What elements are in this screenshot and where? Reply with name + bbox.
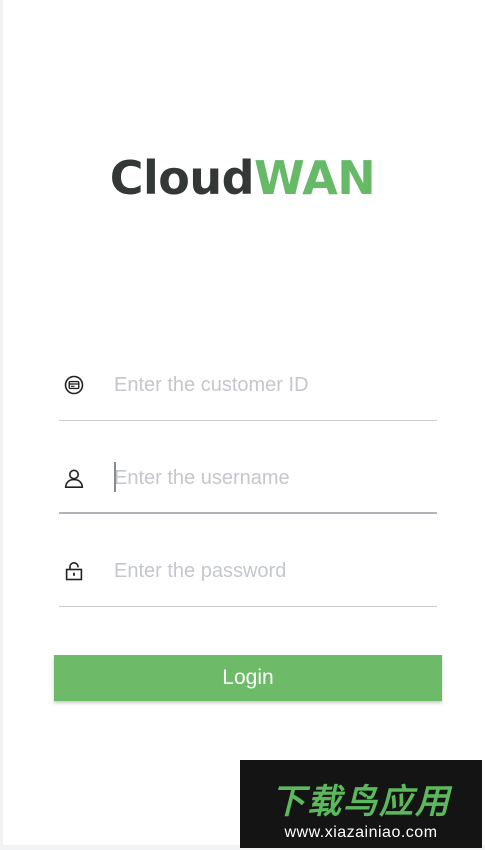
password-underline <box>59 606 437 607</box>
left-edge <box>0 0 3 850</box>
customer-id-underline <box>59 420 437 421</box>
watermark-url: www.xiazainiao.com <box>284 824 438 841</box>
password-input[interactable] <box>114 556 434 586</box>
card-icon <box>63 374 85 396</box>
username-field <box>59 454 437 514</box>
logo-text-cloud: Cloud <box>109 151 255 205</box>
username-underline <box>59 512 437 514</box>
customer-id-input[interactable] <box>114 370 434 400</box>
password-field <box>59 547 437 607</box>
lock-icon <box>63 560 85 582</box>
logo-text-wan: WAN <box>254 151 376 205</box>
watermark-badge: 下载鸟应用 www.xiazainiao.com <box>240 760 482 848</box>
text-caret <box>114 462 116 492</box>
app-logo: CloudWAN <box>0 148 485 208</box>
customer-id-field <box>59 361 437 421</box>
login-button[interactable]: Login <box>54 655 442 701</box>
username-input[interactable] <box>114 463 434 493</box>
watermark-title: 下载鸟应用 <box>271 782 451 822</box>
user-icon <box>63 467 85 489</box>
